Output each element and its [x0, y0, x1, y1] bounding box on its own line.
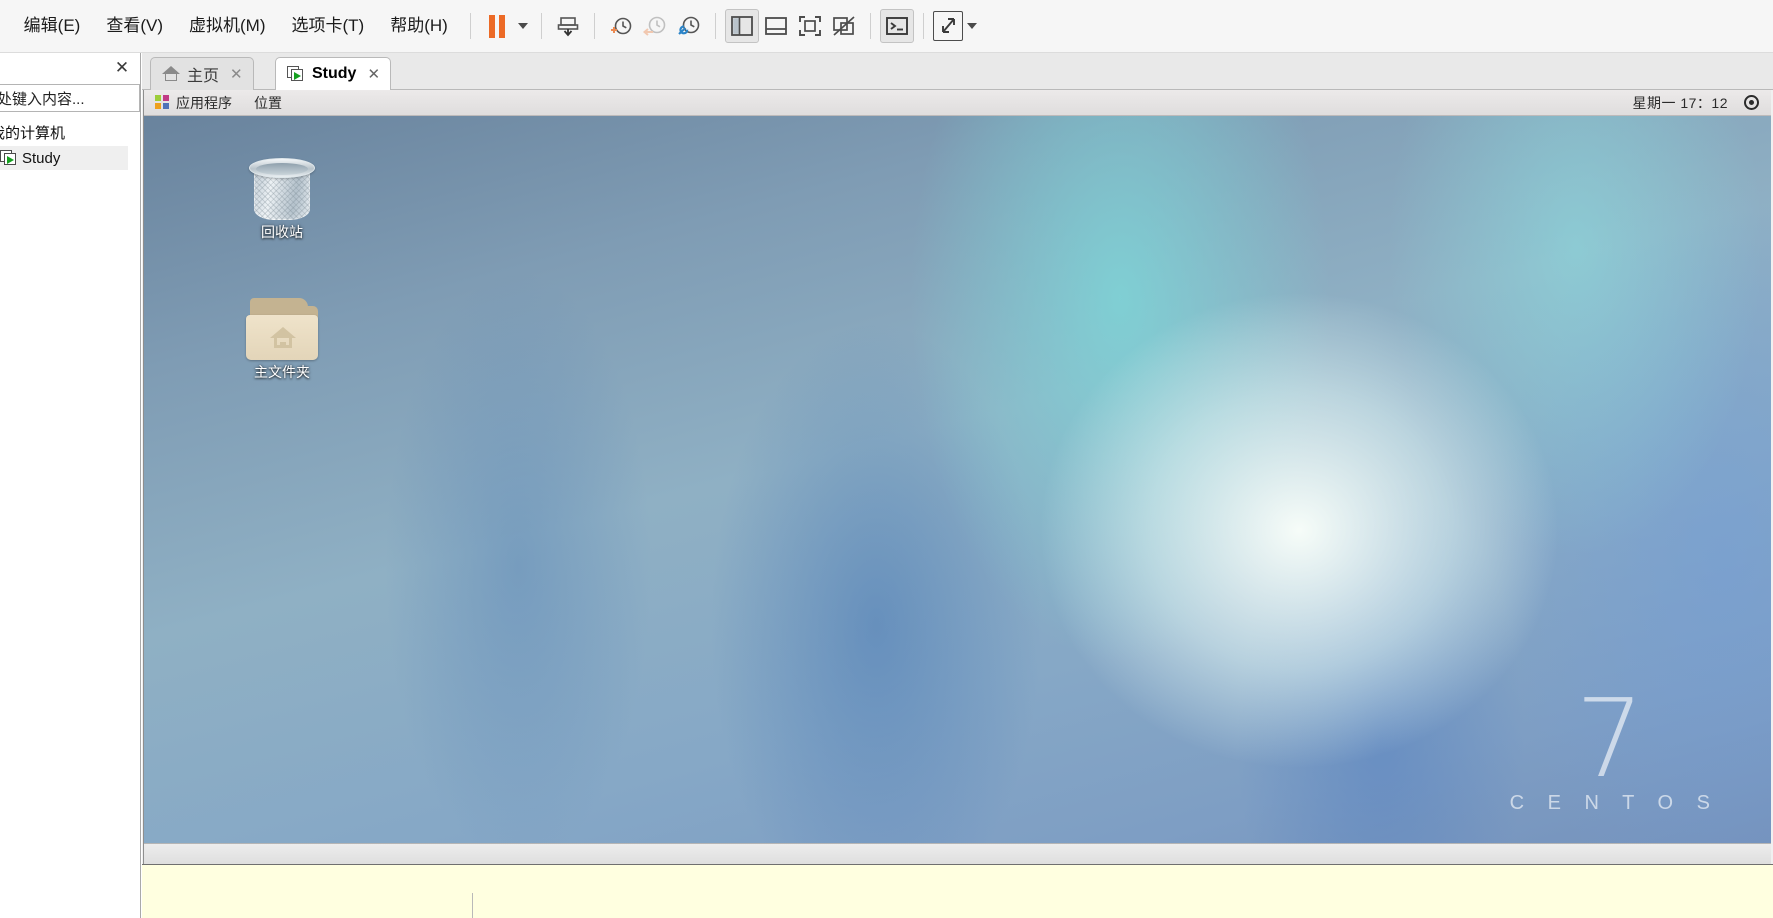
- hint-bar: [142, 864, 1773, 918]
- stretch-guest-button[interactable]: [932, 11, 963, 41]
- sidebar-header: ✕: [0, 53, 140, 85]
- sidebar-search[interactable]: [0, 84, 176, 112]
- guest-screen[interactable]: 应用程序 位置 星期一 17：12 回收站 主文件夹 7 C E N T O S: [143, 90, 1771, 870]
- panel-places-label: 位置: [254, 94, 282, 111]
- menu-vm[interactable]: 虚拟机(M): [176, 11, 278, 41]
- panel-applications-label: 应用程序: [176, 94, 232, 111]
- panel-applications-menu[interactable]: 应用程序: [144, 90, 243, 115]
- fullscreen-icon: [798, 16, 821, 36]
- home-folder-icon: [244, 298, 320, 362]
- revert-snapshot-icon: [642, 16, 666, 36]
- take-snapshot-button[interactable]: [604, 9, 638, 43]
- desktop-icon-trash[interactable]: 回收站: [224, 152, 340, 240]
- power-icon: [557, 17, 579, 37]
- menu-tabs[interactable]: 选项卡(T): [279, 11, 378, 41]
- vm-powered-on-icon: [0, 150, 17, 166]
- console-view-button[interactable]: [879, 9, 914, 43]
- tab-study-close-icon[interactable]: ✕: [367, 65, 380, 83]
- unity-mode-button[interactable]: [827, 9, 861, 43]
- centos-version-number: 7: [1575, 677, 1645, 802]
- library-sidebar: ✕ 我的计算机 Study: [0, 53, 176, 918]
- desktop-icon-home-folder[interactable]: 主文件夹: [224, 298, 340, 380]
- menu-toolbar: ) 编辑(E) 查看(V) 虚拟机(M) 选项卡(T) 帮助(H): [0, 0, 1773, 53]
- vm-pane: 主页 ✕ Study ✕ 应用程序 位置 星期一 17：12 回收站 主文件夹 …: [142, 53, 1773, 918]
- panel-clock[interactable]: 星期一 17：12: [1632, 93, 1728, 113]
- sidebar-item-study[interactable]: Study: [0, 146, 128, 170]
- toolbar-separator: [540, 13, 542, 39]
- snapshot-manager-icon: [678, 16, 700, 35]
- menu-bar: ) 编辑(E) 查看(V) 虚拟机(M) 选项卡(T) 帮助(H): [0, 0, 461, 52]
- centos-logo-icon: [155, 95, 170, 110]
- show-library-icon: [730, 16, 753, 36]
- console-view-icon: [885, 17, 908, 35]
- vmware-workstation-window: ) 编辑(E) 查看(V) 虚拟机(M) 选项卡(T) 帮助(H): [0, 0, 1773, 918]
- suspend-dropdown-button[interactable]: [514, 11, 532, 41]
- centos-wordmark: C E N T O S: [1509, 792, 1719, 814]
- hint-bar-divider: [472, 893, 473, 918]
- toolbar-separator: [869, 13, 871, 39]
- menu-view[interactable]: 查看(V): [93, 11, 176, 41]
- vm-library-tree: 我的计算机 Study: [0, 117, 140, 918]
- toolbar-separator: [469, 13, 471, 39]
- tab-strip: 主页 ✕ Study ✕: [142, 53, 1773, 90]
- toolbar-separator: [714, 13, 716, 39]
- chevron-down-icon: [966, 23, 977, 29]
- revert-snapshot-button[interactable]: [638, 9, 672, 43]
- tab-study-label: Study: [312, 65, 357, 82]
- show-thumbnails-icon: [764, 17, 787, 35]
- power-settings-icon[interactable]: [1744, 95, 1759, 110]
- desktop-icon-trash-label: 回收站: [261, 224, 303, 240]
- take-snapshot-icon: [610, 17, 632, 35]
- gnome-desktop[interactable]: 回收站 主文件夹 7 C E N T O S: [144, 116, 1771, 843]
- panel-right-area: 星期一 17：12: [1632, 93, 1771, 113]
- menu-file-clipped[interactable]: ): [0, 11, 11, 41]
- tab-home-close-icon[interactable]: ✕: [230, 65, 243, 83]
- chevron-down-icon: [517, 23, 528, 29]
- sidebar-item-label: Study: [22, 149, 61, 167]
- fullscreen-button[interactable]: [793, 9, 827, 43]
- tab-home[interactable]: 主页 ✕: [150, 57, 254, 90]
- panel-places-menu[interactable]: 位置: [243, 90, 293, 115]
- desktop-icon-home-folder-label: 主文件夹: [254, 364, 310, 380]
- close-icon[interactable]: ✕: [113, 60, 131, 78]
- trash-icon: [249, 152, 315, 222]
- tab-study[interactable]: Study ✕: [275, 57, 392, 90]
- toolbar-separator: [922, 13, 924, 39]
- menu-edit[interactable]: 编辑(E): [11, 11, 94, 41]
- show-library-button[interactable]: [724, 9, 759, 43]
- tab-home-label: 主页: [187, 68, 220, 85]
- centos-branding: 7 C E N T O S: [1501, 677, 1719, 815]
- vm-icon: [287, 66, 305, 82]
- gnome-top-panel: 应用程序 位置 星期一 17：12: [144, 90, 1771, 116]
- suspend-icon: [488, 14, 505, 38]
- home-icon: [162, 66, 180, 82]
- menu-help[interactable]: 帮助(H): [377, 11, 461, 41]
- tree-root-my-computer[interactable]: 我的计算机: [0, 117, 140, 146]
- show-thumbnails-button[interactable]: [759, 9, 793, 43]
- unity-mode-icon: [832, 16, 855, 36]
- snapshot-manager-button[interactable]: [672, 9, 706, 43]
- stretch-guest-icon: [941, 18, 955, 33]
- suspend-button[interactable]: [480, 9, 514, 43]
- toolbar-separator: [593, 13, 595, 39]
- power-button[interactable]: [551, 9, 585, 43]
- stretch-dropdown-button[interactable]: [963, 11, 981, 41]
